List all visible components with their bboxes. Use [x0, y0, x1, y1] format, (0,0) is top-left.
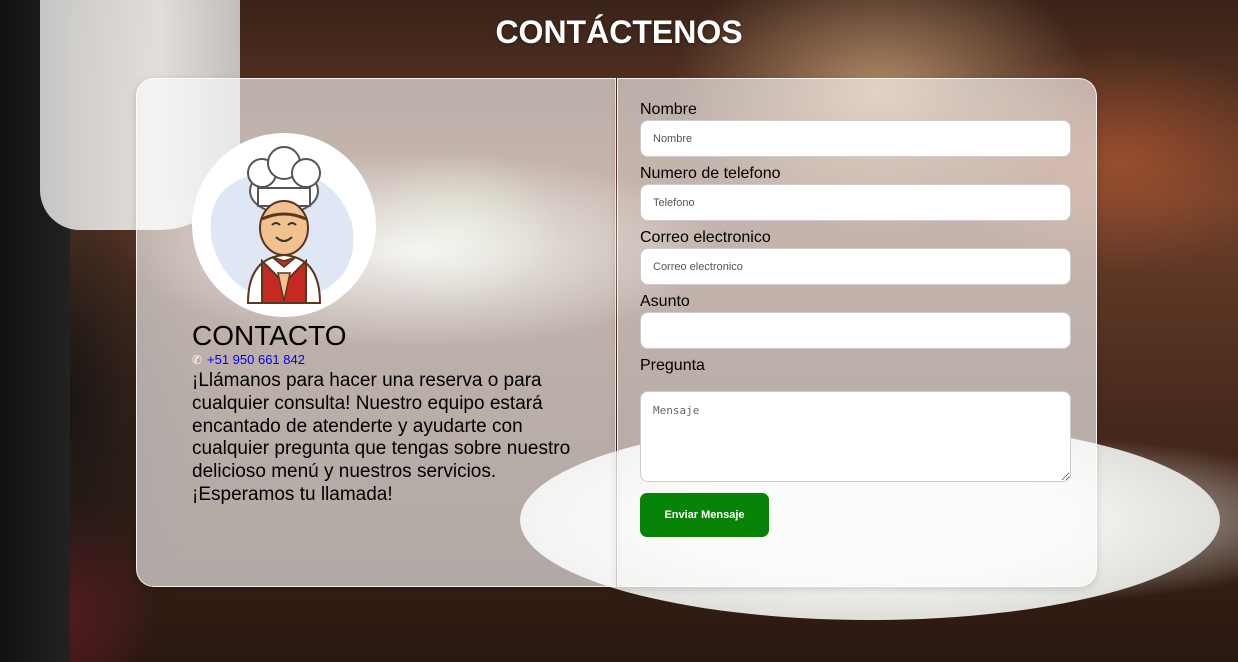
contact-heading: CONTACTO — [192, 320, 347, 351]
subject-input[interactable] — [640, 312, 1071, 349]
phone-input[interactable] — [640, 184, 1071, 221]
email-input[interactable] — [640, 248, 1071, 285]
question-label: Pregunta — [640, 357, 705, 374]
subject-label: Asunto — [640, 293, 690, 310]
page-title: CONTÁCTENOS — [495, 14, 743, 50]
phone-row: ✆ +51 950 661 842 — [192, 352, 305, 367]
chef-avatar-icon — [192, 133, 376, 317]
phone-link[interactable]: +51 950 661 842 — [207, 352, 305, 367]
contact-description: ¡Llámanos para hacer una reserva o para … — [192, 370, 571, 505]
phone-icon: ✆ — [192, 352, 203, 367]
name-label: Nombre — [640, 101, 697, 118]
name-input[interactable] — [640, 120, 1071, 157]
phone-number-label: Numero de telefono — [640, 165, 781, 182]
message-textarea[interactable] — [640, 391, 1071, 482]
send-message-button[interactable]: Enviar Mensaje — [640, 493, 769, 537]
email-label: Correo electronico — [640, 229, 771, 246]
